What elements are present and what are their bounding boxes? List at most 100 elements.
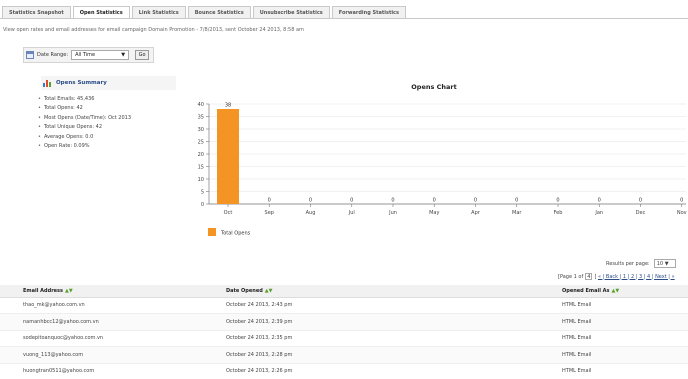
pagination: [Page 1 of 4 ] « | Back | 1 | 2 | 3 | 4 … (558, 273, 675, 280)
tab-unsubscribe-statistics[interactable]: Unsubscribe Statistics (252, 6, 330, 18)
pagination-links[interactable]: « | Back | 1 | 2 | 3 | 4 | Next | » (598, 274, 675, 280)
y-tick-label: 40 (198, 102, 204, 108)
summary-item: Most Opens (Date/Time): Oct 2013 (38, 114, 131, 123)
format-cell: HTML Email (539, 363, 688, 379)
data-label: 0 (391, 198, 394, 204)
page-count-select[interactable]: 4 (585, 273, 593, 280)
opens-summary-list: Total Emails: 45,436 Total Opens: 42 Mos… (38, 95, 131, 151)
sort-icon[interactable]: ▲▼ (265, 288, 273, 294)
format-cell: HTML Email (539, 313, 688, 331)
email-cell: vuong_113@yahoo.com (0, 346, 203, 364)
x-tick-label: Mar (512, 210, 522, 216)
bar-chart-icon (43, 79, 52, 87)
y-tick-label: 35 (198, 114, 204, 120)
sort-icon[interactable]: ▲▼ (612, 288, 620, 294)
table-row: thao_mk@yahoo.com.vn October 24 2013, 2:… (0, 297, 688, 314)
data-label: 0 (474, 198, 477, 204)
go-button[interactable]: Go (135, 50, 150, 60)
format-cell: HTML Email (539, 346, 688, 364)
table-row: huongtran0511@yahoo.com October 24 2013,… (0, 363, 688, 379)
y-tick-label: 0 (201, 202, 204, 208)
opens-table: Email Address ▲▼ Date Opened ▲▼ Opened Ema… (0, 285, 688, 379)
tab-divider (0, 18, 688, 19)
data-label: 0 (598, 198, 601, 204)
chart-title: Opens Chart (411, 83, 456, 91)
date-range-filter: Date Range: All Time ▼ Go (23, 47, 154, 63)
summary-item: Open Rate: 0.09% (38, 142, 131, 151)
format-cell: HTML Email (539, 297, 688, 314)
opens-chart: Opens Chart 0 5 10 15 20 25 30 35 40 38 Oct 0 Sep 0 Aug… (188, 78, 688, 240)
table-row: sodepitoanquoc@yahoo.com.vn October 24 2… (0, 330, 688, 347)
results-per-page-value: 10 (656, 261, 664, 267)
page-prefix: [Page 1 of (558, 273, 584, 280)
chevron-down-icon: ▼ (121, 52, 126, 58)
legend-label: Total Opens (220, 231, 251, 237)
data-label: 0 (268, 198, 271, 204)
results-per-page: Results per page: 10 ▼ (606, 259, 676, 268)
email-cell: sodepitoanquoc@yahoo.com.vn (0, 330, 203, 347)
email-cell: thao_mk@yahoo.com.vn (0, 297, 203, 314)
results-per-page-select[interactable]: 10 ▼ (653, 259, 676, 268)
date-cell: October 24 2013, 2:28 pm (203, 346, 539, 364)
x-tick-label: Nov (677, 210, 687, 216)
opens-summary-title: Opens Summary (56, 80, 107, 86)
x-tick-label: Jun (388, 210, 397, 216)
date-cell: October 24 2013, 2:35 pm (203, 330, 539, 347)
x-tick-label: Aug (306, 210, 316, 216)
calendar-icon (26, 51, 34, 59)
results-per-page-label: Results per page: (606, 260, 650, 267)
table-row: namanhbcc12@yahoo.com.vn October 24 2013… (0, 313, 688, 331)
x-tick-label: Feb (554, 210, 563, 216)
campaign-description: View open rates and email addresses for … (3, 27, 304, 33)
tab-statistics-snapshot[interactable]: Statistics Snapshot (2, 6, 71, 18)
x-tick-label: Jul (348, 210, 355, 216)
x-tick-label: Oct (224, 210, 233, 216)
summary-item: Total Unique Opens: 42 (38, 123, 131, 132)
tab-link-statistics[interactable]: Link Statistics (131, 6, 186, 18)
date-range-label: Date Range: (37, 52, 69, 58)
y-tick-label: 20 (198, 152, 204, 158)
x-tick-label: Apr (471, 210, 481, 216)
date-range-value: All Time (75, 52, 96, 58)
date-cell: October 24 2013, 2:43 pm (203, 297, 539, 314)
data-label: 0 (556, 198, 559, 204)
data-label: 0 (639, 198, 642, 204)
chevron-down-icon: ▼ (664, 261, 669, 267)
date-cell: October 24 2013, 2:26 pm (203, 363, 539, 379)
data-label: 0 (350, 198, 353, 204)
email-cell: huongtran0511@yahoo.com (0, 363, 203, 379)
x-tick-label: Sep (265, 210, 274, 216)
data-label: 38 (225, 103, 231, 109)
x-tick-label: Jan (594, 210, 603, 216)
format-cell: HTML Email (539, 330, 688, 347)
data-label: 0 (309, 198, 312, 204)
date-range-select[interactable]: All Time ▼ (71, 50, 130, 60)
y-tick-label: 25 (198, 139, 204, 145)
summary-item: Total Emails: 45,436 (38, 95, 131, 104)
column-date-opened[interactable]: Date Opened ▲▼ (203, 285, 539, 298)
bar (217, 109, 239, 204)
opens-summary-header: Opens Summary (41, 76, 176, 90)
x-tick-label: Dec (636, 210, 646, 216)
data-label: 0 (433, 198, 436, 204)
y-tick-label: 5 (201, 189, 204, 195)
data-label: 0 (680, 198, 683, 204)
tab-bounce-statistics[interactable]: Bounce Statistics (187, 6, 251, 18)
email-cell: namanhbcc12@yahoo.com.vn (0, 313, 203, 331)
tab-forwarding-statistics[interactable]: Forwarding Statistics (331, 6, 406, 18)
table-header: Email Address ▲▼ Date Opened ▲▼ Opened Ema… (0, 285, 688, 298)
summary-item: Average Opens: 0.0 (38, 133, 131, 142)
summary-item: Total Opens: 42 (38, 104, 131, 113)
y-tick-label: 30 (198, 127, 204, 133)
y-tick-label: 15 (198, 164, 204, 170)
y-tick-label: 10 (198, 177, 204, 183)
data-label: 0 (515, 198, 518, 204)
legend-swatch (208, 228, 216, 236)
opens-chart-svg: Opens Chart 0 5 10 15 20 25 30 35 40 38 Oct 0 Sep 0 Aug… (198, 83, 687, 237)
x-tick-label: May (429, 210, 439, 216)
column-opened-email-as[interactable]: Opened Email As ▲▼ (539, 285, 688, 298)
date-cell: October 24 2013, 2:39 pm (203, 313, 539, 331)
sort-icon[interactable]: ▲▼ (65, 288, 73, 294)
column-email-address[interactable]: Email Address ▲▼ (0, 285, 203, 298)
table-row: vuong_113@yahoo.com October 24 2013, 2:2… (0, 346, 688, 364)
